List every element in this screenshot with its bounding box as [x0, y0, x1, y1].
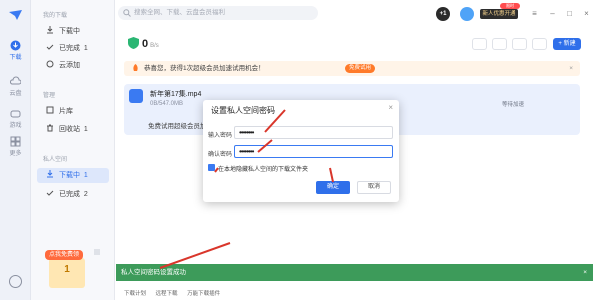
sort-button[interactable]	[512, 38, 527, 50]
hide-folder-checkbox[interactable]	[208, 164, 215, 171]
promo-banner: 恭喜您，获得1次超级会员加速试用机会！ 免费试用 ×	[124, 61, 580, 76]
sidebar-item-label: 云添加	[59, 62, 80, 69]
dialog-title: 设置私人空间密码	[211, 106, 275, 115]
menu-icon[interactable]: ≡	[530, 9, 539, 18]
sidebar-item-library[interactable]: 片库	[37, 104, 109, 119]
vip-badge: 限时	[500, 3, 520, 9]
close-icon[interactable]: ×	[583, 264, 587, 281]
sidebar-item-private-downloading[interactable]: 下载中 1	[37, 168, 109, 183]
sidebar-item-cloud-add[interactable]: 云添加	[37, 58, 109, 73]
rail-label: 云盘	[9, 91, 22, 97]
task-status: 等待加速	[502, 102, 525, 108]
sidebar-item-label: 下载中	[59, 172, 80, 179]
play-icon[interactable]	[129, 89, 143, 103]
avatar[interactable]	[460, 7, 474, 21]
confirm-label: 确认密码	[208, 152, 233, 158]
password-dialog: 设置私人空间密码 × 输入密码 •••••••• 确认密码 •••••••• 在…	[203, 100, 399, 202]
logo-icon	[9, 10, 22, 20]
toast-text: 私人空间密码设置成功	[121, 269, 186, 276]
sidebar-item-count: 1	[83, 172, 88, 179]
points-badge[interactable]: +1	[436, 7, 450, 21]
promo-card[interactable]: 1 点我免费领	[45, 250, 90, 288]
ok-button[interactable]: 确定	[316, 181, 350, 194]
cancel-button[interactable]: 取消	[357, 181, 391, 194]
search-input[interactable]: 搜索全网、下载、云盘会员福利	[118, 6, 318, 20]
rail-item-game[interactable]: 游戏	[0, 108, 31, 134]
download-icon	[47, 170, 53, 178]
footer-item[interactable]: 万能下载插件	[187, 291, 220, 297]
section-title: 我的下载	[43, 13, 68, 19]
speed-display: 0 B/s	[128, 37, 159, 51]
pause-all-button[interactable]	[472, 38, 487, 50]
sidebar-item-label: 已完成	[59, 45, 80, 52]
sidebar-item-trash[interactable]: 回收站 1	[37, 122, 109, 137]
close-icon[interactable]: ×	[582, 9, 591, 18]
shield-icon	[128, 37, 139, 49]
password-label: 输入密码	[208, 133, 233, 139]
film-icon	[46, 106, 54, 114]
rail-label: 游戏	[9, 123, 22, 129]
banner-text: 恭喜您，获得1次超级会员加速试用机会！	[144, 65, 265, 72]
download-icon	[10, 40, 21, 51]
minimize-icon[interactable]: –	[548, 9, 557, 18]
download-icon	[47, 26, 53, 34]
sidebar-item-count: 1	[83, 126, 88, 133]
sidebar-item-completed[interactable]: 已完成 1	[37, 41, 109, 56]
rail-item-cloud[interactable]: 云盘	[0, 76, 31, 102]
promo-close-icon[interactable]	[94, 249, 100, 255]
close-icon[interactable]: ×	[569, 61, 573, 76]
rail-label: 更多	[9, 151, 22, 157]
sidebar-item-count: 2	[83, 191, 88, 198]
cloud-add-icon	[46, 60, 54, 68]
rail-label: 下载	[9, 55, 22, 61]
sidebar-item-label: 下载中	[59, 28, 80, 35]
free-trial-button[interactable]: 免费试用	[345, 64, 375, 73]
task-size: 0B/547.0MB	[150, 101, 184, 107]
trash-icon	[47, 124, 53, 132]
rocket-icon	[133, 64, 138, 71]
new-task-button[interactable]: + 新建	[553, 38, 581, 50]
help-icon[interactable]	[9, 275, 22, 288]
search-icon	[123, 9, 131, 17]
check-icon	[46, 44, 54, 50]
search-placeholder: 搜索全网、下载、云盘会员福利	[134, 9, 225, 16]
delete-button[interactable]	[492, 38, 507, 50]
footer-bar: 下载计划 远程下载 万能下载插件	[124, 289, 228, 297]
rail-item-more[interactable]: 更多	[0, 136, 31, 162]
close-icon[interactable]: ×	[388, 103, 393, 112]
gamepad-icon	[10, 110, 21, 118]
confirm-password-field[interactable]: ••••••••	[234, 145, 393, 158]
sidebar-item-label: 回收站	[59, 126, 80, 133]
task-name: 新年第17集.mp4	[150, 91, 202, 98]
footer-item[interactable]: 远程下载	[156, 291, 178, 297]
grid-icon	[10, 136, 21, 147]
maximize-icon[interactable]: □	[565, 9, 574, 18]
section-title: 私人空间	[43, 157, 68, 163]
more-button[interactable]	[532, 38, 547, 50]
speed-unit: B/s	[150, 43, 159, 49]
footer-item[interactable]: 下载计划	[124, 291, 146, 297]
check-icon	[46, 190, 54, 196]
sidebar-item-label: 片库	[59, 108, 73, 115]
rail-item-download[interactable]: 下载	[0, 40, 31, 66]
promo-badge: 1	[49, 258, 85, 288]
left-rail: 下载 云盘 游戏 更多	[0, 0, 31, 300]
sidebar-item-count: 1	[83, 45, 88, 52]
sidebar-item-label: 已完成	[59, 191, 80, 198]
password-field[interactable]: ••••••••	[234, 126, 393, 139]
sidebar-item-downloading[interactable]: 下载中	[37, 24, 109, 39]
section-title: 管理	[43, 93, 56, 99]
promo-tag: 点我免费领	[45, 250, 83, 260]
cloud-icon	[10, 76, 21, 85]
checkbox-label: 在本地隐藏私人空间的下载文件夹	[218, 167, 309, 173]
success-toast: 私人空间密码设置成功 ×	[116, 264, 593, 281]
vip-button[interactable]: 新人优惠开通	[480, 9, 518, 19]
speed-value: 0	[142, 38, 149, 50]
sidebar-item-private-completed[interactable]: 已完成 2	[37, 187, 109, 202]
